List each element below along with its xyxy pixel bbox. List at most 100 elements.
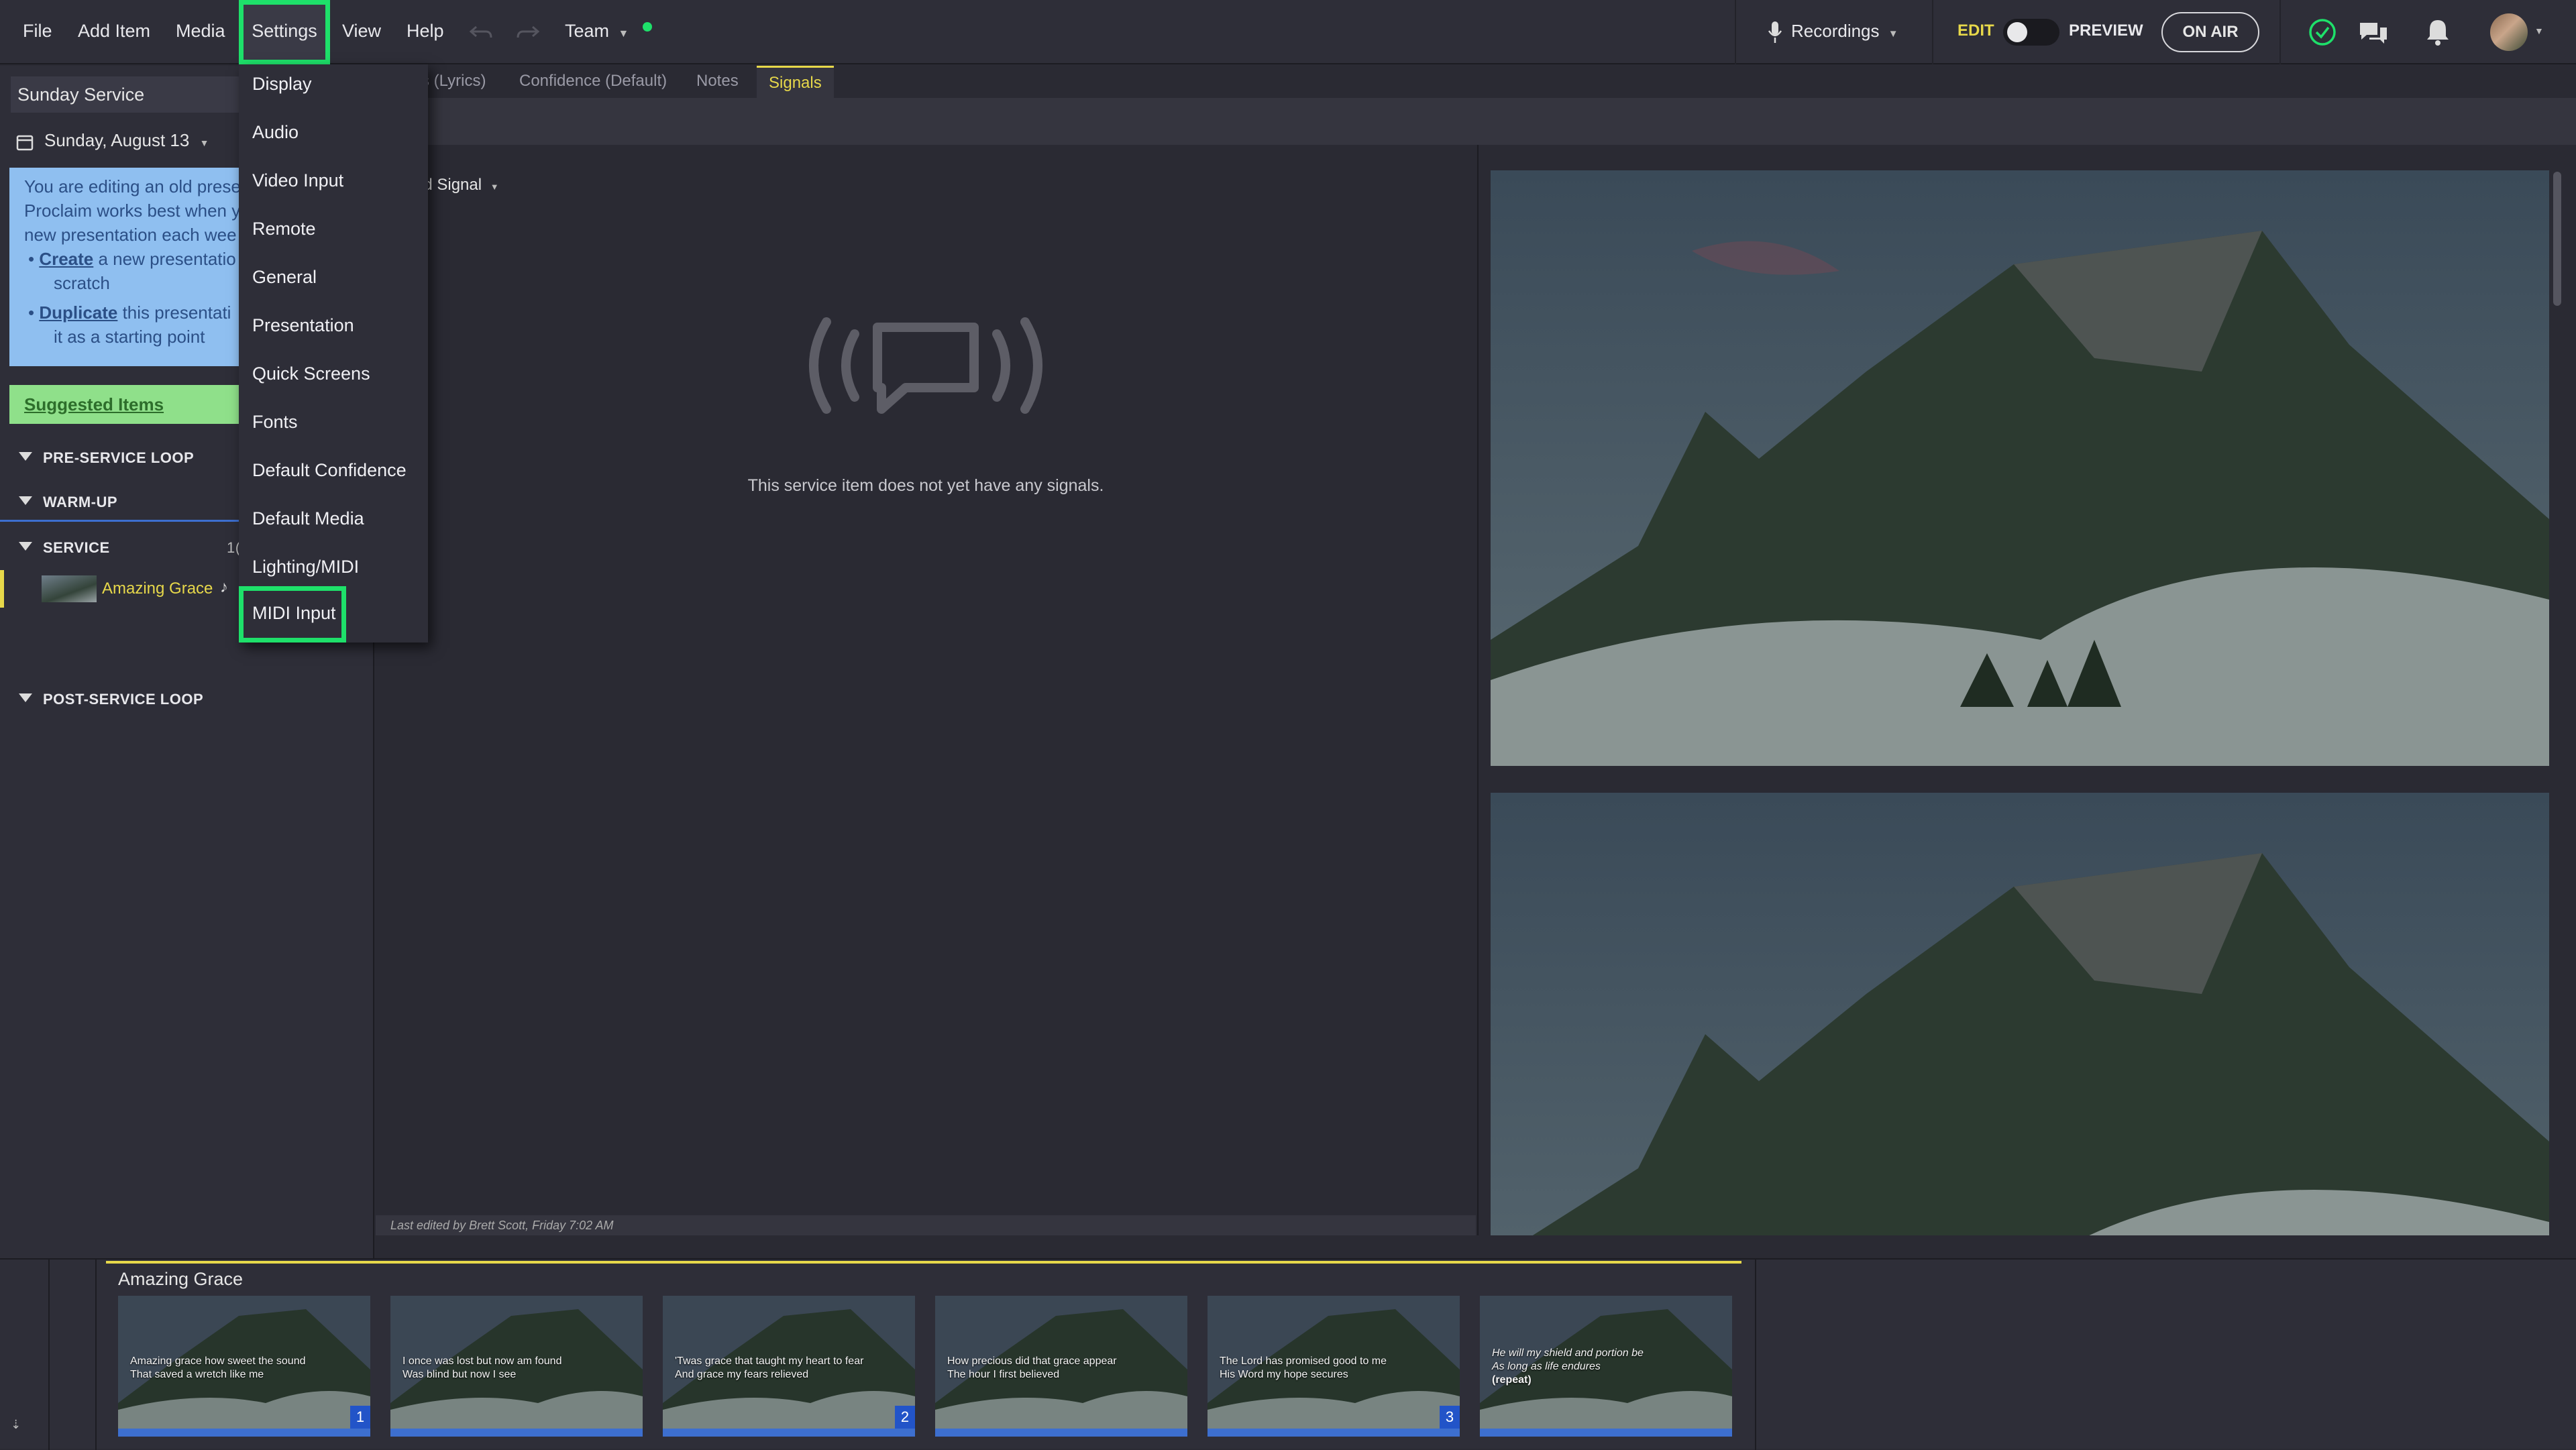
slide-number-badge: 2 [895, 1406, 915, 1429]
section-label: PRE-SERVICE LOOP [43, 449, 195, 466]
team-label: Team [565, 21, 610, 41]
on-air-button[interactable]: ON AIR [2161, 12, 2259, 52]
edit-preview-toggle[interactable] [2003, 19, 2059, 46]
slide-lyric-line: His Word my hope secures [1220, 1369, 1348, 1380]
section-post-service-loop[interactable]: POST-SERVICE LOOP [0, 679, 374, 719]
slide-thumbnail[interactable]: The Lord has promised good to me His Word… [1208, 1296, 1460, 1437]
slide-lyric-line: How precious did that grace appear [947, 1355, 1117, 1367]
menu-item-fonts[interactable]: Fonts [252, 412, 298, 433]
chevron-down-icon [19, 693, 32, 702]
slide-number-badge: 1 [350, 1406, 370, 1429]
redo-icon[interactable] [514, 21, 541, 42]
chat-icon[interactable] [2357, 19, 2390, 47]
menu-item-presentation[interactable]: Presentation [252, 315, 354, 336]
slide-number-badge: 3 [1440, 1406, 1460, 1429]
slide-preview-main[interactable] [1491, 170, 2549, 766]
slide-lyric-line: That saved a wretch like me [130, 1369, 264, 1380]
chevron-down-icon: ▼ [1888, 28, 1898, 40]
slide-thumbnail[interactable]: Amazing grace how sweet the sound That sa… [118, 1296, 370, 1437]
signals-editor: ld Signal ▼ This service item does not y… [376, 145, 1476, 1235]
chevron-down-icon: ▼ [618, 28, 629, 40]
service-date: Sunday, August 13 [44, 130, 190, 150]
mountain-background-image [1491, 170, 2549, 766]
section-label: WARM-UP [43, 494, 118, 510]
slide-thumbnail[interactable]: He will my shield and portion be As long … [1480, 1296, 1732, 1437]
collapse-strip-icon[interactable]: ⇣ [11, 1418, 21, 1432]
top-menu-bar: File Add Item Media Settings View Help T… [0, 0, 2576, 64]
menu-item-default-media[interactable]: Default Media [252, 508, 364, 529]
chevron-down-icon [19, 452, 32, 461]
menu-view[interactable]: View [342, 0, 381, 64]
slide-lyric-line: As long as life endures [1492, 1361, 1601, 1372]
menu-media[interactable]: Media [176, 0, 225, 64]
chevron-down-icon: ▼ [199, 137, 209, 148]
menu-item-video-input[interactable]: Video Input [252, 170, 343, 191]
chevron-down-icon [19, 496, 32, 505]
add-signal-label: ld Signal [420, 176, 482, 194]
online-status-dot [643, 22, 652, 32]
preview-mode-label: PREVIEW [2069, 21, 2143, 40]
slide-progress-bar [118, 1429, 370, 1437]
menu-item-lighting-midi[interactable]: Lighting/MIDI [252, 557, 359, 577]
undo-icon[interactable] [468, 21, 495, 42]
tab-signals[interactable]: Signals [757, 66, 834, 98]
mountain-background-image [1491, 793, 2549, 1235]
preview-scrollbar[interactable] [2553, 172, 2561, 306]
menu-add-item[interactable]: Add Item [78, 0, 150, 64]
section-label: SERVICE [43, 539, 110, 556]
item-tabs: s (Lyrics) Confidence (Default) Notes Si… [374, 66, 2576, 98]
slide-lyric-line: Amazing grace how sweet the sound [130, 1355, 306, 1367]
signal-broadcast-icon [809, 317, 1042, 414]
sync-check-icon[interactable] [2308, 17, 2337, 47]
editor-toolbar [374, 98, 2576, 145]
menu-item-midi-input[interactable]: MIDI Input [239, 586, 346, 643]
selected-item-indicator [106, 1261, 1741, 1264]
slide-thumbnail[interactable]: I once was lost but now am found Was blin… [390, 1296, 643, 1437]
edit-mode-label: EDIT [1957, 21, 1994, 40]
slide-progress-bar [1480, 1429, 1732, 1437]
tab-notes[interactable]: Notes [696, 66, 739, 98]
microphone-icon [1768, 21, 1782, 43]
settings-dropdown-menu: Display Audio Video Input Remote General… [239, 64, 428, 643]
chevron-down-icon[interactable]: ▼ [2534, 25, 2544, 36]
slide-lyric-line: The hour I first believed [947, 1369, 1060, 1380]
team-menu[interactable]: Team ▼ [565, 0, 629, 64]
chevron-down-icon [19, 542, 32, 551]
menu-file[interactable]: File [23, 0, 52, 64]
slide-progress-bar [390, 1429, 643, 1437]
menu-settings[interactable]: Settings [239, 0, 330, 64]
menu-item-remote[interactable]: Remote [252, 219, 316, 239]
duplicate-link[interactable]: Duplicate [39, 302, 117, 323]
service-item-title: Amazing Grace [102, 579, 213, 598]
last-edited-status: Last edited by Brett Scott, Friday 7:02 … [376, 1215, 1476, 1235]
menu-item-default-confidence[interactable]: Default Confidence [252, 460, 407, 481]
create-link[interactable]: Create [39, 249, 93, 269]
item-thumbnail [42, 575, 97, 602]
menu-item-general[interactable]: General [252, 267, 317, 288]
notice-text: this presentati [117, 302, 231, 323]
strip-song-title: Amazing Grace [118, 1269, 244, 1289]
slide-thumbnail[interactable]: 'Twas grace that taught my heart to fear… [663, 1296, 915, 1437]
recordings-menu[interactable]: Recordings ▼ [1791, 0, 1898, 64]
tab-lyrics[interactable]: s (Lyrics) [421, 66, 486, 98]
menu-item-display[interactable]: Display [252, 74, 312, 95]
slide-progress-bar [663, 1429, 915, 1437]
chevron-down-icon: ▼ [490, 182, 499, 192]
add-signal-button[interactable]: ld Signal ▼ [420, 176, 499, 194]
section-label: POST-SERVICE LOOP [43, 691, 204, 708]
slide-lyric-line: And grace my fears relieved [675, 1369, 809, 1380]
slide-progress-bar [935, 1429, 1187, 1437]
slide-thumbnail[interactable]: How precious did that grace appear The ho… [935, 1296, 1187, 1437]
menu-item-audio[interactable]: Audio [252, 122, 299, 143]
tab-confidence[interactable]: Confidence (Default) [519, 66, 667, 98]
slide-preview-secondary[interactable] [1491, 793, 2549, 1235]
menu-item-quick-screens[interactable]: Quick Screens [252, 364, 370, 384]
slide-lyric-line: He will my shield and portion be [1492, 1347, 1644, 1359]
slide-lyric-line: The Lord has promised good to me [1220, 1355, 1387, 1367]
service-date-picker[interactable]: Sunday, August 13 ▼ [44, 130, 209, 151]
menu-help[interactable]: Help [407, 0, 444, 64]
user-avatar[interactable] [2490, 13, 2528, 51]
notification-bell-icon[interactable] [2424, 17, 2451, 47]
slide-preview-panel [1477, 145, 2576, 1235]
notice-text: a new presentatio [93, 249, 236, 269]
